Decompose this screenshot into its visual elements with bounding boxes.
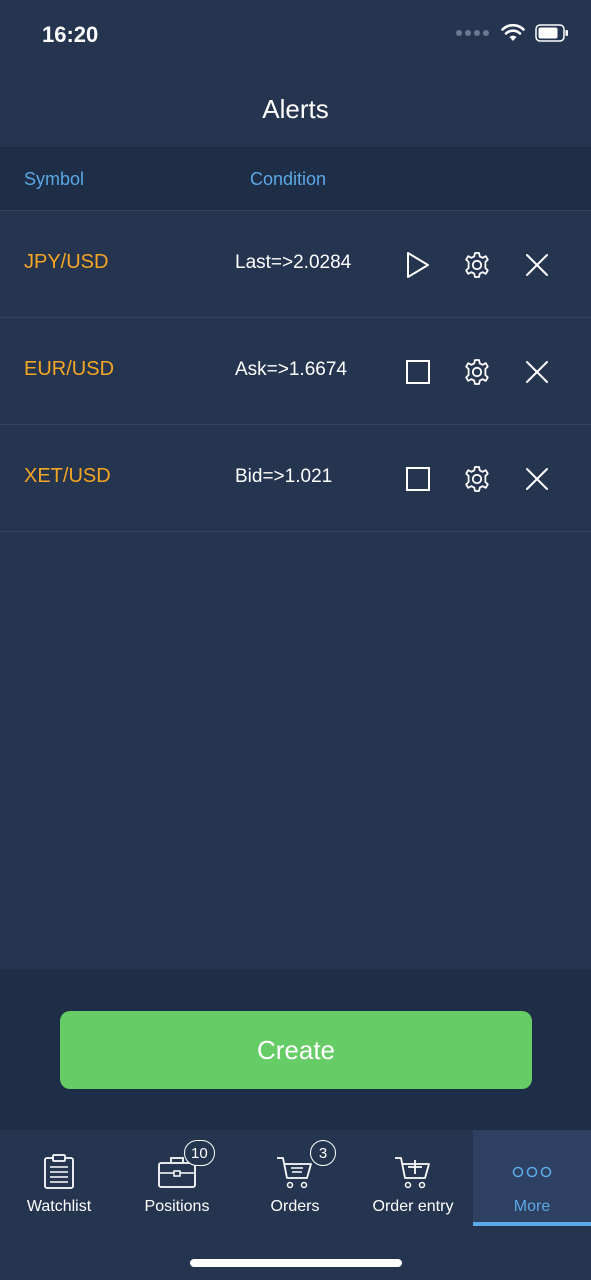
- tab-label: Order entry: [372, 1198, 454, 1215]
- orders-badge: 3: [310, 1140, 336, 1166]
- gear-icon: [465, 466, 489, 492]
- alert-condition: Last=>2.0284: [235, 252, 352, 273]
- tab-label: Watchlist: [26, 1198, 92, 1215]
- nav-header: Alerts: [0, 72, 591, 148]
- wifi-icon: [501, 24, 525, 41]
- tab-order-entry[interactable]: Order entry: [354, 1130, 472, 1226]
- alert-row[interactable]: XET/USD Bid=>1.021: [0, 425, 591, 532]
- status-icons: [455, 24, 569, 42]
- tab-label: Positions: [144, 1198, 210, 1215]
- alert-delete-button[interactable]: [517, 245, 557, 285]
- column-header-symbol: Symbol: [24, 169, 85, 189]
- home-indicator: [190, 1259, 402, 1267]
- alert-symbol: JPY/USD: [24, 251, 109, 273]
- close-icon: [526, 468, 548, 490]
- clipboard-icon: [44, 1154, 74, 1189]
- play-icon: [407, 252, 429, 278]
- gear-icon: [465, 359, 489, 385]
- close-icon: [526, 361, 548, 383]
- alert-settings-button[interactable]: [457, 245, 497, 285]
- tab-label: Orders: [270, 1198, 320, 1215]
- cart-icon: [277, 1157, 312, 1189]
- alert-delete-button[interactable]: [517, 352, 557, 392]
- alert-row[interactable]: EUR/USD Ask=>1.6674: [0, 318, 591, 425]
- alert-row[interactable]: JPY/USD Last=>2.0284: [0, 211, 591, 318]
- tab-watchlist[interactable]: Watchlist: [0, 1130, 118, 1226]
- tab-bar: Watchlist 10 Positions 3 Orders Order en…: [0, 1130, 591, 1280]
- tab-label: More: [513, 1198, 551, 1215]
- cart-plus-icon: [395, 1157, 430, 1189]
- alert-toggle-button[interactable]: [398, 245, 438, 285]
- status-bar: 16:20: [0, 0, 591, 72]
- alert-toggle-button[interactable]: [398, 352, 438, 392]
- table-header: Symbol Condition: [0, 148, 591, 211]
- alert-settings-button[interactable]: [457, 352, 497, 392]
- tab-more[interactable]: More: [473, 1130, 591, 1226]
- stop-icon: [406, 467, 430, 491]
- signal-dots-icon: [456, 30, 489, 36]
- column-header-condition: Condition: [250, 169, 327, 189]
- alert-delete-button[interactable]: [517, 459, 557, 499]
- alert-condition: Bid=>1.021: [235, 466, 333, 487]
- alert-list: JPY/USD Last=>2.0284 EUR/USD Ask=>1.6674: [0, 211, 591, 532]
- positions-badge: 10: [184, 1140, 215, 1166]
- alert-settings-button[interactable]: [457, 459, 497, 499]
- stop-icon: [406, 360, 430, 384]
- alert-symbol: XET/USD: [24, 465, 111, 487]
- more-icon: [512, 1166, 552, 1178]
- gear-icon: [465, 252, 489, 278]
- tab-orders[interactable]: 3 Orders: [236, 1130, 354, 1226]
- active-tab-indicator: [473, 1222, 591, 1226]
- create-button[interactable]: Create: [60, 1011, 532, 1089]
- page-title: Alerts: [262, 94, 329, 124]
- alert-condition: Ask=>1.6674: [235, 359, 347, 380]
- battery-icon: [535, 24, 568, 42]
- tab-positions[interactable]: 10 Positions: [118, 1130, 236, 1226]
- close-icon: [526, 254, 548, 276]
- footer-area: Create: [0, 970, 591, 1130]
- status-time: 16:20: [42, 22, 99, 47]
- alert-symbol: EUR/USD: [24, 358, 115, 380]
- alert-toggle-button[interactable]: [398, 459, 438, 499]
